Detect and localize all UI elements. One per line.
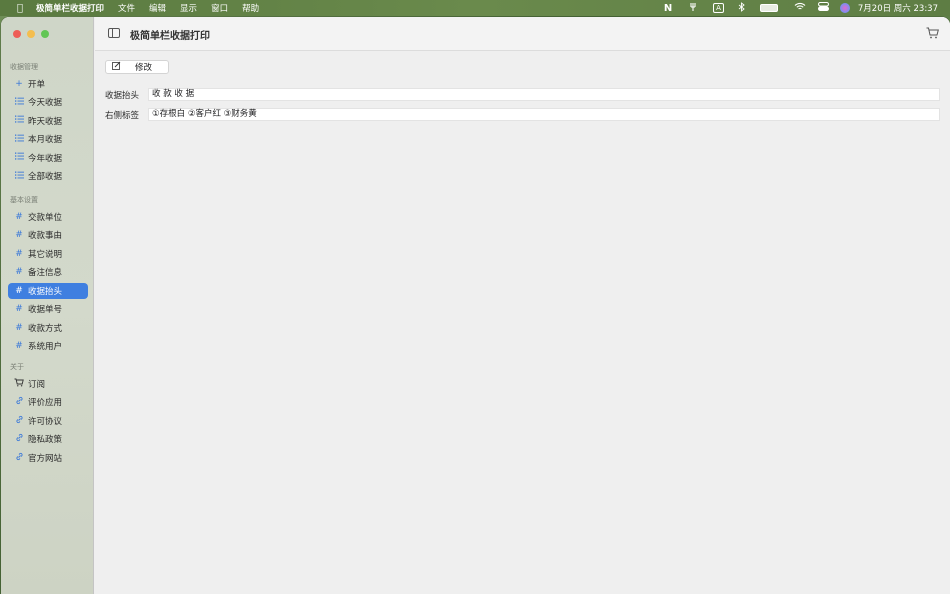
- apple-logo-icon[interactable]: : [13, 3, 27, 14]
- sidebar-item[interactable]: # 收款方式: [8, 320, 88, 336]
- control-center-icon[interactable]: [818, 2, 830, 14]
- sidebar-item[interactable]: 全部收据: [8, 168, 88, 184]
- link-icon: [13, 415, 25, 427]
- link-icon: [13, 452, 25, 464]
- sidebar-item[interactable]: 订阅: [8, 376, 88, 392]
- list-icon: [13, 97, 25, 108]
- sidebar-section-title: 基本设置: [10, 196, 38, 204]
- list-icon: [13, 134, 25, 145]
- tuning-fork-icon[interactable]: [687, 2, 699, 15]
- sidebar-item[interactable]: 评价应用: [8, 394, 88, 410]
- link-icon: [13, 396, 25, 408]
- sidebar-item[interactable]: # 收据抬头: [8, 282, 88, 299]
- sidebar-item[interactable]: + 开单: [8, 76, 88, 92]
- cart-icon[interactable]: [926, 27, 939, 39]
- sidebar-section-title: 收据管理: [10, 63, 38, 71]
- hash-icon: #: [15, 267, 23, 278]
- hash-icon: #: [15, 248, 23, 259]
- sidebar-item-label: 昨天收据: [28, 116, 63, 127]
- input-method-icon[interactable]: A: [713, 3, 724, 13]
- sidebar-item-label: 全部收据: [28, 172, 63, 183]
- sidebar-item[interactable]: 本月收据: [8, 131, 88, 147]
- cart-icon: [13, 378, 25, 390]
- sidebar-item-label: 今年收据: [28, 153, 63, 164]
- menubar-clock[interactable]: 7月20日 周六 23:37: [858, 2, 938, 14]
- side-label-value: ①存根白 ②客户红 ③财务黄: [148, 108, 940, 121]
- menu-view[interactable]: 显示: [180, 2, 197, 14]
- sidebar-item[interactable]: 许可协议: [8, 413, 88, 429]
- menu-window[interactable]: 窗口: [211, 2, 228, 14]
- wifi-icon[interactable]: [794, 2, 806, 14]
- minimize-button[interactable]: [27, 30, 35, 38]
- hash-icon: #: [15, 341, 23, 352]
- form-row-side-label: 右侧标签 ①存根白 ②客户红 ③财务黄: [105, 108, 940, 121]
- sidebar-item[interactable]: # 备注信息: [8, 264, 88, 280]
- list-icon: [13, 115, 25, 126]
- sidebar-item[interactable]: # 其它说明: [8, 246, 88, 262]
- sidebar-item-label: 官方网站: [28, 453, 63, 464]
- field-label: 右侧标签: [105, 110, 140, 121]
- window-title: 极简单栏收据打印: [130, 31, 210, 42]
- sidebar-item-label: 收款方式: [28, 323, 63, 334]
- sidebar-item-label: 收据单号: [28, 305, 63, 316]
- menu-help[interactable]: 帮助: [242, 2, 259, 14]
- sidebar-item[interactable]: 官方网站: [8, 450, 88, 466]
- list-icon: [13, 152, 25, 163]
- sidebar-item-label: 隐私政策: [28, 435, 63, 446]
- sidebar-item[interactable]: 今年收据: [8, 150, 88, 166]
- hash-icon: #: [15, 230, 23, 241]
- sidebar-item-label: 本月收据: [28, 135, 63, 146]
- hash-icon: #: [15, 212, 23, 222]
- status-area: N A 7月20日 周六 23:37: [661, 1, 950, 15]
- notion-status-icon[interactable]: N: [661, 3, 675, 14]
- menu-edit[interactable]: 编辑: [149, 2, 166, 14]
- sidebar-item-label: 订阅: [28, 380, 46, 390]
- sidebar-item-label: 收款事由: [28, 231, 63, 242]
- form-row-header: 收据抬头 收 款 收 据: [105, 88, 940, 101]
- hash-icon: #: [15, 304, 23, 315]
- sidebar-item[interactable]: # 收据单号: [8, 301, 88, 317]
- sidebar-item-label: 开单: [28, 80, 46, 90]
- sidebar-item-label: 其它说明: [28, 249, 63, 260]
- sidebar-item[interactable]: 隐私政策: [8, 431, 88, 447]
- link-icon: [13, 433, 25, 445]
- list-icon: [13, 171, 25, 182]
- sidebar-item[interactable]: 昨天收据: [8, 113, 88, 129]
- window-controls: [13, 30, 49, 38]
- sidebar: 收据管理 + 开单今天收据昨天收据本月收据今年收据全部收据基本设置 # 交款单位 # 收款事…: [1, 17, 94, 594]
- sidebar-item[interactable]: # 交款单位: [8, 209, 88, 225]
- bluetooth-icon[interactable]: [738, 1, 746, 15]
- menu-bar:  极简单栏收据打印 文件 编辑 显示 窗口 帮助 N A 7月20日 周六 2…: [0, 0, 950, 16]
- edit-icon: [112, 61, 122, 73]
- field-label: 收据抬头: [105, 90, 140, 101]
- sidebar-item-label: 许可协议: [28, 416, 63, 427]
- hash-icon: #: [15, 322, 23, 333]
- close-button[interactable]: [13, 30, 21, 38]
- edit-button-label: 修改: [135, 63, 153, 73]
- plus-icon: +: [15, 79, 23, 89]
- zoom-button[interactable]: [41, 30, 49, 38]
- sidebar-section-title: 关于: [10, 363, 24, 371]
- toolbar: 极简单栏收据打印: [95, 17, 950, 51]
- app-window: 收据管理 + 开单今天收据昨天收据本月收据今年收据全部收据基本设置 # 交款单位 # 收款事…: [1, 17, 950, 594]
- sidebar-item-label: 备注信息: [28, 268, 63, 279]
- menu-app-name[interactable]: 极简单栏收据打印: [36, 2, 104, 14]
- main-content: 极简单栏收据打印 修改 收据抬头 收 款 收 据 右侧标签 ①存根白 ②客户红 …: [95, 17, 950, 594]
- sidebar-toggle-icon[interactable]: [108, 28, 120, 38]
- battery-icon[interactable]: [759, 4, 778, 12]
- sidebar-item-label: 今天收据: [28, 98, 63, 109]
- sidebar-item-label: 交款单位: [28, 213, 63, 223]
- siri-icon[interactable]: [839, 3, 850, 13]
- sidebar-item-label: 收据抬头: [28, 286, 63, 297]
- sidebar-item-label: 评价应用: [28, 398, 63, 409]
- sidebar-item[interactable]: # 系统用户: [8, 338, 88, 354]
- edit-button[interactable]: 修改: [105, 60, 169, 74]
- hash-icon: #: [15, 285, 23, 296]
- sidebar-item[interactable]: # 收款事由: [8, 227, 88, 243]
- sidebar-item[interactable]: 今天收据: [8, 94, 88, 110]
- menu-file[interactable]: 文件: [118, 2, 135, 14]
- receipt-header-value: 收 款 收 据: [148, 88, 940, 101]
- sidebar-item-label: 系统用户: [28, 342, 63, 353]
